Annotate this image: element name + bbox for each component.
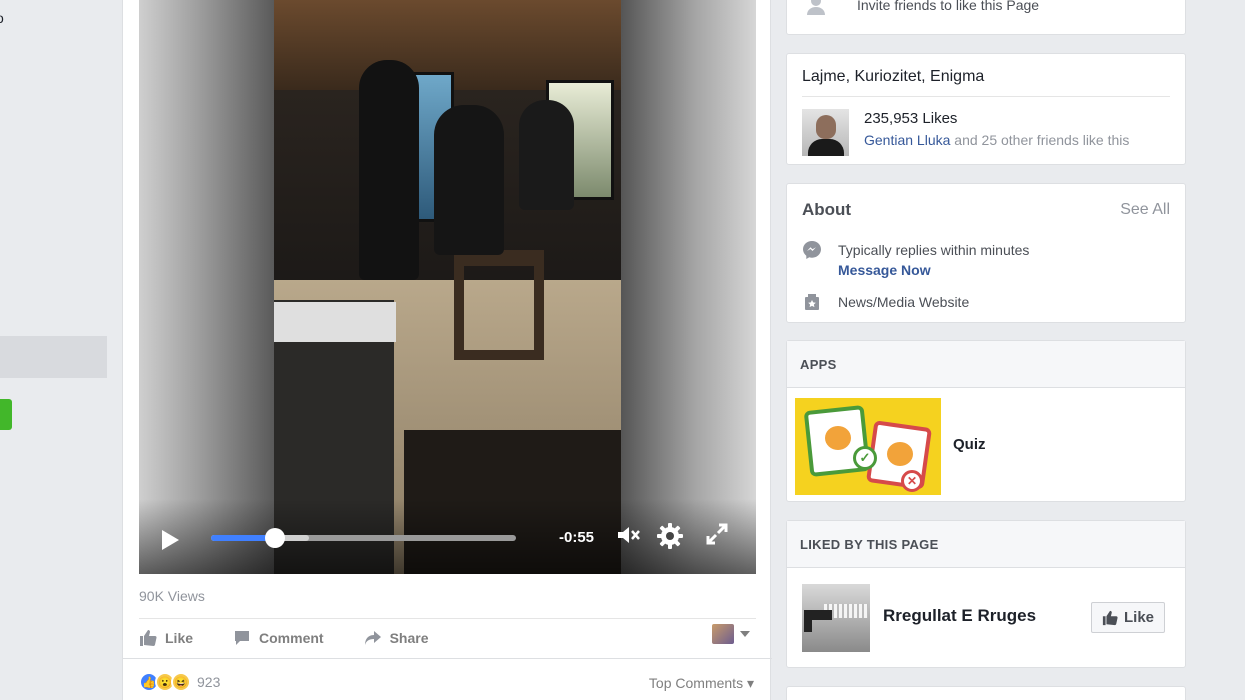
fullscreen-icon[interactable] [701, 521, 733, 553]
apps-card: APPS ✓ ✕ Quiz [786, 340, 1186, 502]
share-icon [364, 631, 381, 645]
thumbs-up-icon [1102, 610, 1118, 625]
video-blur-left [139, 0, 274, 574]
divider [139, 618, 756, 619]
message-now-link[interactable]: Message Now [838, 260, 1029, 280]
post-as-selector[interactable] [712, 624, 750, 644]
about-replies-row: Typically replies within minutes Message… [802, 240, 1029, 280]
comment-label: Comment [259, 630, 324, 646]
response-time-text: Typically replies within minutes [838, 242, 1030, 258]
seek-handle[interactable] [265, 528, 286, 548]
apps-header-text: APPS [800, 357, 837, 372]
gear-icon[interactable] [654, 521, 686, 557]
next-card [786, 686, 1186, 700]
video-player[interactable]: -0:55 [139, 0, 756, 574]
view-count: 90K Views [139, 588, 205, 604]
like-page-button[interactable]: Like [1090, 602, 1165, 633]
liked-page-name[interactable]: Rregullat E Rruges [883, 606, 1036, 626]
page-category-link[interactable]: News/Media Website [838, 292, 969, 312]
left-sidebar-stub-text: o [0, 10, 4, 26]
thumbs-up-icon [140, 630, 157, 646]
friend-avatar[interactable] [802, 109, 849, 156]
like-page-label: Like [1123, 609, 1154, 626]
liked-header: LIKED BY THIS PAGE [787, 521, 1185, 568]
see-all-link[interactable]: See All [1120, 201, 1170, 219]
like-button[interactable]: Like [139, 629, 193, 647]
liked-header-text: LIKED BY THIS PAGE [800, 537, 939, 552]
about-category-row: News/Media Website [802, 292, 969, 312]
quiz-app-thumbnail[interactable]: ✓ ✕ [795, 398, 941, 495]
top-comments-label: Top Comments [648, 675, 744, 691]
video-blur-right [621, 0, 756, 574]
page-info-card: Lajme, Kuriozitet, Enigma 235,953 Likes … [786, 53, 1186, 165]
share-button[interactable]: Share [364, 629, 429, 647]
divider [802, 96, 1170, 97]
post-actions: Like Comment Share [139, 620, 469, 656]
invite-card: Invite friends to like this Page [786, 0, 1186, 35]
avatar [712, 624, 734, 644]
liked-by-page-card: LIKED BY THIS PAGE Rregullat E Rruges Li… [786, 520, 1186, 668]
top-comments-dropdown[interactable]: Top Comments ▾ [649, 675, 754, 692]
share-label: Share [389, 630, 429, 646]
about-card: About See All Typically replies within m… [786, 183, 1186, 323]
mute-icon[interactable] [612, 521, 644, 555]
left-sidebar-selected-item[interactable] [0, 336, 107, 378]
friends-like-suffix: and 25 other friends like this [950, 132, 1130, 148]
like-label: Like [165, 630, 194, 646]
time-remaining: -0:55 [559, 529, 595, 546]
messenger-icon [803, 241, 821, 259]
liked-page-thumbnail[interactable] [802, 584, 870, 652]
chevron-down-icon [740, 631, 750, 637]
invite-friends-icon [807, 0, 825, 15]
caret-down-icon: ▾ [746, 675, 754, 691]
friends-like-text: Gentian Lluka and 25 other friends like … [864, 132, 1129, 148]
comment-icon [235, 631, 250, 645]
apps-header: APPS [787, 341, 1185, 388]
comment-button[interactable]: Comment [233, 629, 324, 647]
page-categories[interactable]: Lajme, Kuriozitet, Enigma [802, 68, 984, 86]
haha-reaction-icon: 😆 [171, 672, 191, 692]
left-sidebar-green-button[interactable] [0, 399, 12, 430]
check-icon: ✓ [853, 446, 877, 470]
divider [123, 658, 772, 659]
reactions-summary[interactable]: 👍 😮 😆 923 [139, 672, 220, 692]
friend-name-link[interactable]: Gentian Lluka [864, 132, 950, 148]
play-icon[interactable] [162, 530, 179, 550]
close-icon: ✕ [901, 470, 923, 492]
about-title: About [802, 200, 852, 219]
category-icon [805, 294, 819, 310]
video-controls: -0:55 [139, 499, 756, 574]
reaction-count: 923 [197, 674, 221, 690]
video-frame [274, 0, 621, 574]
likes-count[interactable]: 235,953 Likes [864, 110, 957, 127]
invite-friends-link[interactable]: Invite friends to like this Page [857, 0, 1039, 13]
quiz-app-link[interactable]: Quiz [953, 436, 986, 453]
seek-bar[interactable] [211, 528, 516, 548]
post-card: -0:55 90K Views Like Comment Share 👍 😮 😆… [122, 0, 772, 700]
